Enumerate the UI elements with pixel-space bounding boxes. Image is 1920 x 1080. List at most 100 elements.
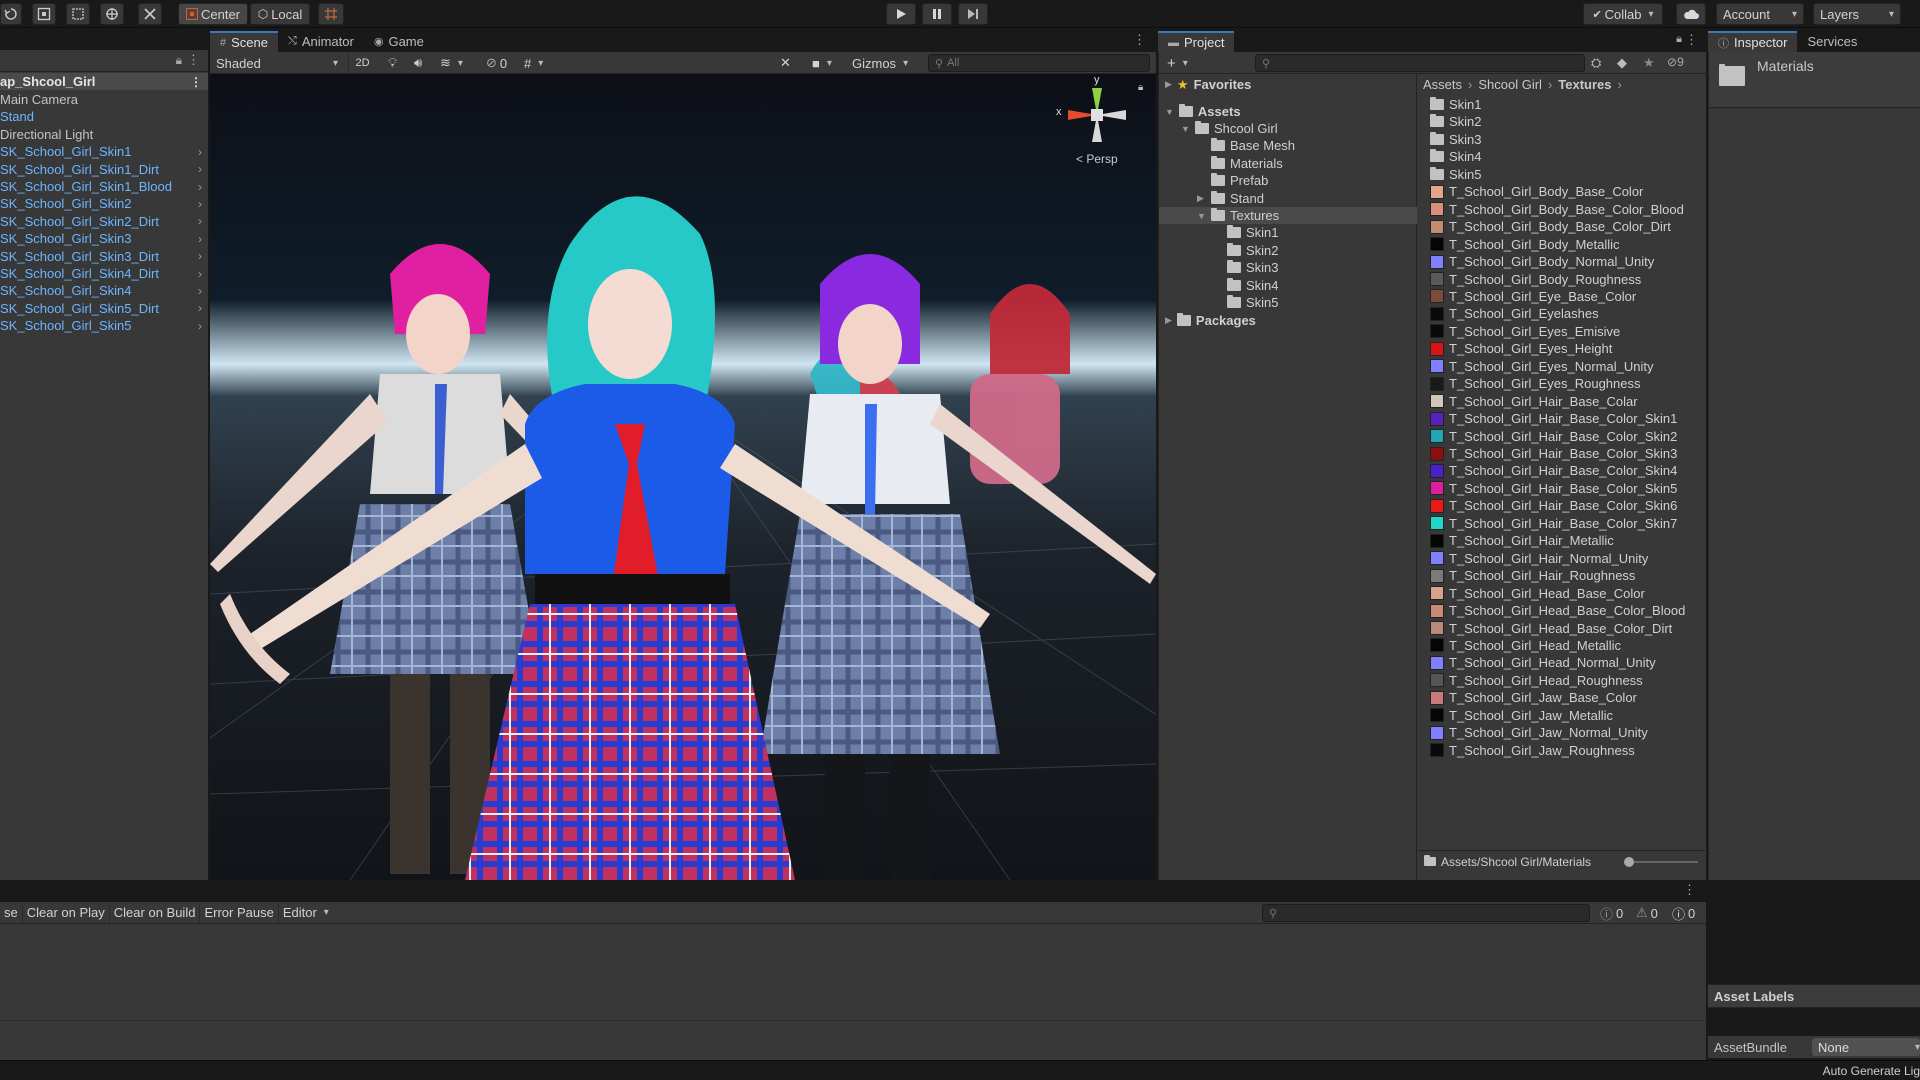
texture-item[interactable]: T_School_Girl_Hair_Base_Color_Skin3	[1430, 445, 1707, 462]
texture-item[interactable]: T_School_Girl_Hair_Base_Colar	[1430, 393, 1707, 410]
gizmos-dropdown[interactable]: Gizmos	[848, 53, 924, 73]
texture-item[interactable]: T_School_Girl_Body_Metallic	[1430, 236, 1707, 253]
audio-toggle-icon[interactable]: 🔊︎	[410, 53, 432, 73]
texture-item[interactable]: T_School_Girl_Eyelashes	[1430, 305, 1707, 322]
texture-item[interactable]: T_School_Girl_Hair_Base_Color_Skin5	[1430, 480, 1707, 497]
clear-on-play-toggle[interactable]: Clear on Play	[22, 902, 110, 923]
texture-item[interactable]: T_School_Girl_Hair_Roughness	[1430, 567, 1707, 584]
persp-toggle[interactable]: < Persp	[1076, 152, 1118, 166]
scene-root-row[interactable]: ap_Shcool_Girl ⋮	[0, 73, 208, 90]
hierarchy-item[interactable]: SK_School_Girl_Skin1_Dirt ›	[0, 161, 208, 178]
clear-on-build-toggle[interactable]: Clear on Build	[109, 902, 201, 923]
collapse-arrow-icon[interactable]: ▼	[1181, 124, 1190, 134]
tools-icon[interactable]: ✕	[776, 53, 798, 73]
texture-item[interactable]: T_School_Girl_Hair_Base_Color_Skin1	[1430, 410, 1707, 427]
warning-count-toggle[interactable]: ⚠ 0	[1632, 903, 1662, 923]
grid-snap-icon[interactable]	[318, 3, 344, 25]
collapse-toggle[interactable]: se	[0, 902, 23, 923]
tree-folder-item[interactable]: Skin4	[1213, 277, 1279, 294]
chevron-right-icon[interactable]: ›	[198, 180, 202, 194]
expand-arrow-icon[interactable]: ▶	[1197, 193, 1206, 204]
tree-folder-item[interactable]: Skin1	[1213, 224, 1279, 241]
grid-dropdown[interactable]: #	[520, 53, 564, 73]
tree-folder-item[interactable]: Skin5	[1213, 294, 1279, 311]
texture-item[interactable]: T_School_Girl_Head_Base_Color_Blood	[1430, 602, 1707, 619]
tree-folder-item[interactable]: Materials	[1197, 155, 1283, 172]
hierarchy-item[interactable]: SK_School_Girl_Skin4_Dirt ›	[0, 265, 208, 282]
assets-row[interactable]: ▼ Assets	[1165, 103, 1241, 120]
2d-toggle[interactable]: 2D	[348, 53, 376, 73]
hidden-objects-toggle[interactable]: ⊘ 0	[482, 53, 516, 73]
texture-item[interactable]: T_School_Girl_Hair_Base_Color_Skin4	[1430, 462, 1707, 479]
pivot-center-button[interactable]: Center	[178, 3, 248, 25]
texture-item[interactable]: T_School_Girl_Head_Metallic	[1430, 637, 1707, 654]
texture-item[interactable]: T_School_Girl_Hair_Base_Color_Skin2	[1430, 428, 1707, 445]
asset-labels-header[interactable]: Asset Labels	[1708, 984, 1920, 1008]
hierarchy-item[interactable]: SK_School_Girl_Skin2 ›	[0, 195, 208, 212]
project-lock-icon[interactable]: 🔒︎	[1676, 33, 1682, 46]
hierarchy-item[interactable]: SK_School_Girl_Skin5_Dirt ›	[0, 300, 208, 317]
collab-dropdown[interactable]: ✔ Collab	[1583, 3, 1663, 25]
chevron-right-icon[interactable]: ›	[198, 249, 202, 263]
texture-item[interactable]: T_School_Girl_Body_Normal_Unity	[1430, 253, 1707, 270]
hierarchy-item[interactable]: Directional Light	[0, 126, 208, 143]
chevron-right-icon[interactable]: ›	[198, 197, 202, 211]
folder-item[interactable]: Skin1	[1430, 96, 1707, 113]
tree-folder-item[interactable]: ▶ Stand	[1197, 190, 1264, 207]
pivot-local-button[interactable]: ⬡ Local	[250, 3, 310, 25]
project-search-input[interactable]: ⚲	[1255, 54, 1585, 72]
texture-item[interactable]: T_School_Girl_Hair_Base_Color_Skin6	[1430, 497, 1707, 514]
texture-item[interactable]: T_School_Girl_Eyes_Emisive	[1430, 323, 1707, 340]
rect-tool-icon[interactable]	[66, 3, 90, 25]
custom-tool-icon[interactable]	[138, 3, 162, 25]
texture-item[interactable]: T_School_Girl_Head_Roughness	[1430, 672, 1707, 689]
tab-scene[interactable]: # Scene	[210, 31, 278, 52]
folder-item[interactable]: Skin4	[1430, 148, 1707, 165]
folder-item[interactable]: Skin3	[1430, 131, 1707, 148]
hierarchy-item[interactable]: SK_School_Girl_Skin2_Dirt ›	[0, 213, 208, 230]
texture-item[interactable]: T_School_Girl_Body_Base_Color_Dirt	[1430, 218, 1707, 235]
scene-more-icon[interactable]: ⋮	[1133, 32, 1146, 48]
texture-item[interactable]: T_School_Girl_Jaw_Roughness	[1430, 742, 1707, 759]
rotate-tool-icon[interactable]	[0, 3, 22, 25]
texture-item[interactable]: T_School_Girl_Eyes_Roughness	[1430, 375, 1707, 392]
texture-item[interactable]: T_School_Girl_Head_Base_Color	[1430, 585, 1707, 602]
tree-folder-item[interactable]: ▼ Textures	[1159, 207, 1417, 224]
camera-dropdown[interactable]: ■	[808, 53, 844, 73]
more-options-icon[interactable]: ⋮	[187, 52, 200, 68]
cloud-button[interactable]	[1676, 3, 1706, 25]
collapse-arrow-icon[interactable]: ▼	[1197, 211, 1206, 221]
hierarchy-item[interactable]: SK_School_Girl_Skin1 ›	[0, 143, 208, 160]
lighting-toggle-icon[interactable]: 💡︎	[384, 53, 406, 73]
tab-services[interactable]: Services	[1797, 31, 1867, 52]
zoom-slider-handle[interactable]	[1624, 857, 1634, 867]
texture-item[interactable]: T_School_Girl_Body_Base_Color	[1430, 183, 1707, 200]
texture-item[interactable]: T_School_Girl_Hair_Normal_Unity	[1430, 550, 1707, 567]
tree-folder-item[interactable]: Skin3	[1213, 259, 1279, 276]
layers-dropdown[interactable]: Layers	[1813, 3, 1901, 25]
texture-item[interactable]: T_School_Girl_Jaw_Metallic	[1430, 707, 1707, 724]
scene-viewport[interactable]: y x 🔒︎ < Persp	[210, 74, 1156, 880]
chevron-right-icon[interactable]: ›	[198, 301, 202, 315]
editor-dropdown[interactable]: Editor	[278, 902, 333, 923]
pause-button[interactable]	[922, 3, 952, 25]
tab-inspector[interactable]: ⓘ Inspector	[1708, 31, 1798, 52]
tree-folder-item[interactable]: Skin2	[1213, 242, 1279, 259]
chevron-right-icon[interactable]: ›	[198, 214, 202, 228]
zoom-slider[interactable]	[1628, 861, 1698, 863]
info-count-toggle[interactable]: ⓘ 0	[1596, 903, 1628, 923]
folder-item[interactable]: Skin5	[1430, 166, 1707, 183]
hierarchy-item[interactable]: Stand	[0, 108, 208, 125]
scale-tool-icon[interactable]	[32, 3, 56, 25]
tree-folder-item[interactable]: ▼ Shcool Girl	[1181, 120, 1278, 137]
transform-tool-icon[interactable]	[100, 3, 124, 25]
shading-mode-dropdown[interactable]: Shaded	[212, 53, 342, 73]
breadcrumb-item[interactable]: Assets	[1423, 77, 1462, 92]
chevron-right-icon[interactable]: ›	[198, 145, 202, 159]
texture-item[interactable]: T_School_Girl_Hair_Metallic	[1430, 532, 1707, 549]
scene-menu-icon[interactable]: ⋮	[190, 75, 202, 89]
project-more-icon[interactable]: ⋮	[1685, 32, 1698, 48]
hierarchy-item[interactable]: Main Camera	[0, 91, 208, 108]
texture-item[interactable]: T_School_Girl_Body_Base_Color_Blood	[1430, 201, 1707, 218]
breadcrumb-item[interactable]: Shcool Girl	[1478, 77, 1542, 92]
